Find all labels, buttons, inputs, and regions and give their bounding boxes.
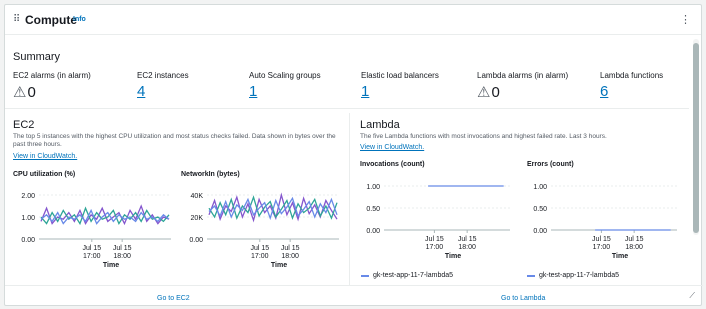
y-tick-label: 20K — [191, 215, 204, 222]
legend-label: gk-test-app-11-7-lambda5 — [373, 272, 454, 279]
metric-label: Auto Scaling groups — [249, 71, 321, 80]
summary-title: Summary — [13, 51, 61, 63]
ec2-section-title: EC2 — [13, 119, 35, 131]
ec2-cloudwatch-link[interactable]: View in CloudWatch. — [13, 153, 77, 160]
y-tick-label: 0.00 — [366, 228, 380, 235]
lambda-cloudwatch-link[interactable]: View in CloudWatch. — [360, 144, 424, 151]
x-axis-label: Time — [612, 253, 628, 260]
resize-handle-icon[interactable]: ⟋ — [689, 291, 695, 301]
y-tick-label: 40K — [191, 193, 204, 200]
metric-value: 0 — [491, 83, 500, 101]
more-options-icon[interactable]: ⋮ — [680, 13, 691, 26]
go-to-ec2-link[interactable]: Go to EC2 — [157, 295, 190, 302]
scrollbar-thumb[interactable] — [693, 43, 699, 233]
y-tick-label: 0.50 — [366, 206, 380, 213]
metric-label: EC2 instances — [137, 71, 189, 80]
metric-value-link[interactable]: 4 — [137, 83, 145, 100]
x-tick-label: Jul 15 — [82, 245, 101, 252]
warning-icon: ⚠ — [477, 84, 491, 101]
footer-divider — [5, 285, 703, 286]
x-tick-label: Jul 15 — [113, 245, 132, 252]
metric-label: Lambda functions — [600, 71, 664, 80]
legend-label: gk-test-app-11-7-lambda5 — [539, 272, 620, 279]
lambda-description: The five Lambda functions with most invo… — [360, 133, 607, 140]
go-to-lambda-link[interactable]: Go to Lambda — [501, 295, 545, 302]
cpu-utilization-chart: 0.001.002.00Jul 1517:00Jul 1518:00Time — [21, 193, 171, 269]
x-tick-label: Jul 15 — [250, 245, 269, 252]
x-tick-label: 18:00 — [281, 253, 299, 260]
y-tick-label: 0.00 — [21, 237, 35, 244]
cpu-chart-title: CPU utilization (%) — [13, 171, 76, 178]
errors-legend: gk-test-app-11-7-lambda5 — [527, 272, 619, 279]
x-tick-label: 18:00 — [625, 244, 643, 251]
metric-value-link[interactable]: 6 — [600, 83, 608, 100]
x-tick-label: Jul 15 — [281, 245, 300, 252]
x-tick-label: 17:00 — [593, 244, 611, 251]
lambda-section-title: Lambda — [360, 119, 400, 131]
x-tick-label: Jul 15 — [425, 236, 444, 243]
y-tick-label: 0.00 — [533, 228, 547, 235]
invocations-legend: gk-test-app-11-7-lambda5 — [361, 272, 453, 279]
metric-load-balancers: Elastic load balancers 1 — [361, 71, 439, 100]
legend-swatch — [527, 274, 535, 277]
metric-ec2-instances: EC2 instances 4 — [137, 71, 189, 100]
metric-value: 0 — [27, 83, 36, 101]
invocations-chart-title: Invocations (count) — [360, 161, 425, 168]
y-tick-label: 1.00 — [21, 215, 35, 222]
metric-label: Lambda alarms (in alarm) — [477, 71, 569, 80]
networkin-chart: 0.0020K40KJul 1517:00Jul 1518:00Time — [189, 192, 339, 269]
x-axis-label: Time — [445, 253, 461, 260]
x-tick-label: 18:00 — [458, 244, 476, 251]
networkin-chart-title: NetworkIn (bytes) — [181, 171, 240, 178]
x-tick-label: 17:00 — [426, 244, 444, 251]
x-axis-label: Time — [103, 262, 119, 269]
widget-header: ⠿ Compute Info ⋮ — [5, 5, 701, 35]
widget-title: Compute — [25, 13, 77, 27]
y-tick-label: 2.00 — [21, 193, 35, 200]
errors-chart: 0.000.501.00Jul 1517:00Jul 1518:00Time — [533, 184, 677, 260]
y-tick-label: 1.00 — [366, 184, 380, 191]
metric-label: Elastic load balancers — [361, 71, 439, 80]
metric-ec2-alarms: EC2 alarms (in alarm) ⚠ 0 — [13, 71, 91, 101]
x-tick-label: Jul 15 — [592, 236, 611, 243]
metric-lambda-functions: Lambda functions 6 — [600, 71, 663, 100]
metric-value-link[interactable]: 1 — [249, 83, 257, 100]
ec2-description: The top 5 instances with the highest CPU… — [13, 133, 336, 148]
x-tick-label: Jul 15 — [625, 236, 644, 243]
y-tick-label: 1.00 — [533, 184, 547, 191]
metric-lambda-alarms: Lambda alarms (in alarm) ⚠ 0 — [477, 71, 568, 101]
y-tick-label: 0.50 — [533, 206, 547, 213]
x-tick-label: Jul 15 — [458, 236, 477, 243]
warning-icon: ⚠ — [13, 84, 27, 101]
x-tick-label: 18:00 — [113, 253, 131, 260]
errors-chart-title: Errors (count) — [527, 161, 574, 168]
info-link[interactable]: Info — [73, 16, 86, 23]
x-tick-label: 17:00 — [251, 253, 269, 260]
summary-divider — [5, 108, 689, 109]
metric-value-link[interactable]: 1 — [361, 83, 369, 100]
y-tick-label: 0.00 — [189, 237, 203, 244]
x-axis-label: Time — [271, 262, 287, 269]
metric-label: EC2 alarms (in alarm) — [13, 71, 91, 80]
x-tick-label: 17:00 — [83, 253, 101, 260]
legend-swatch — [361, 274, 369, 277]
drag-handle-icon[interactable]: ⠿ — [13, 14, 20, 25]
series-line-2 — [208, 196, 338, 221]
compute-widget: ⠿ Compute Info ⋮ Summary EC2 alarms (in … — [4, 4, 703, 306]
invocations-chart: 0.000.501.00Jul 1517:00Jul 1518:00Time — [366, 184, 510, 260]
metric-auto-scaling-groups: Auto Scaling groups 1 — [249, 71, 321, 100]
